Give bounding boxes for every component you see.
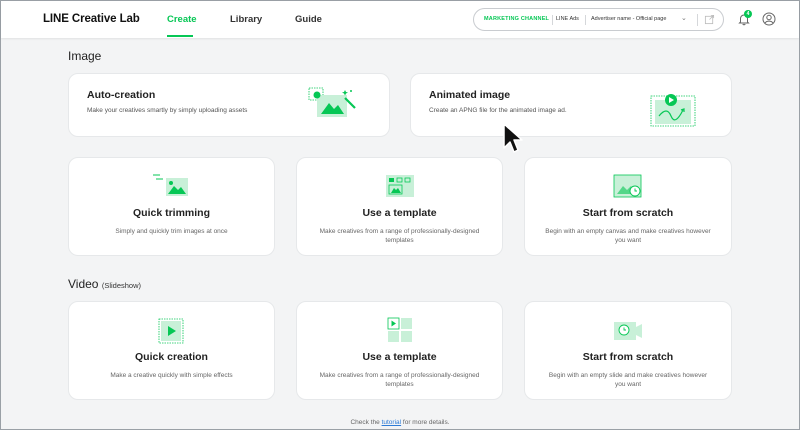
channel-label: MARKETING CHANNEL (484, 16, 550, 22)
footer-note: Check the tutorial for more details. (0, 419, 800, 426)
footer-prefix: Check the (350, 419, 380, 426)
card-animated-image[interactable]: Animated image Create an APNG file for t… (410, 73, 732, 137)
section-title-image: Image (68, 49, 102, 63)
card-description: Make creatives from a range of professio… (319, 228, 480, 245)
auto-creation-icon (308, 87, 356, 117)
channel-type: LINE Ads (556, 16, 579, 22)
notification-badge: 4 (744, 10, 752, 18)
card-title: Start from scratch (582, 351, 674, 363)
card-description: Create an APNG file for the animated ima… (429, 107, 567, 114)
channel-selector[interactable]: MARKETING CHANNEL LINE Ads Advertiser na… (473, 8, 724, 31)
card-description: Make a creative quickly with simple effe… (110, 372, 233, 379)
chevron-down-icon[interactable]: ⌄ (681, 14, 687, 22)
template-icon (385, 175, 414, 197)
nav-guide[interactable]: Guide (295, 14, 322, 25)
card-description: Begin with an empty slide and make creat… (548, 372, 708, 389)
nav-active-indicator (167, 35, 193, 37)
divider (585, 15, 586, 25)
profile-icon[interactable] (762, 12, 776, 26)
video-scratch-icon (614, 322, 642, 340)
section-title-text: Video (68, 277, 99, 291)
card-title: Quick trimming (132, 207, 210, 219)
animated-image-icon (650, 94, 696, 127)
card-quick-creation[interactable]: Quick creation Make a creative quickly w… (68, 301, 275, 400)
card-description: Make your creatives smartly by simply up… (87, 107, 248, 114)
external-link-icon[interactable] (704, 14, 715, 25)
card-title: Use a template (362, 207, 437, 219)
card-title: Auto-creation (87, 89, 156, 101)
divider (552, 15, 553, 25)
tutorial-link[interactable]: tutorial (382, 419, 402, 426)
nav-library[interactable]: Library (230, 14, 262, 25)
card-use-template-video[interactable]: Use a template Make creatives from a ran… (296, 301, 503, 400)
card-description: Simply and quickly trim images at once (115, 228, 228, 235)
video-template-icon (387, 317, 412, 342)
card-quick-trimming[interactable]: Quick trimming Simply and quickly trim i… (68, 157, 275, 256)
card-description: Begin with an empty canvas and make crea… (545, 228, 711, 245)
section-title-video: Video (Slideshow) (68, 277, 141, 291)
top-bar: LINE Creative Lab Create Library Guide M… (1, 1, 799, 38)
app-logo[interactable]: LINE Creative Lab (43, 13, 140, 25)
card-title: Animated image (429, 89, 511, 101)
card-description: Make creatives from a range of professio… (319, 372, 480, 389)
section-subtitle: (Slideshow) (101, 281, 142, 290)
footer-suffix: for more details. (402, 419, 450, 426)
card-title: Use a template (362, 351, 437, 363)
card-use-template-image[interactable]: Use a template Make creatives from a ran… (296, 157, 503, 256)
card-title: Start from scratch (582, 207, 674, 219)
card-start-from-scratch-video[interactable]: Start from scratch Begin with an empty s… (524, 301, 732, 400)
quick-creation-icon (158, 318, 183, 344)
card-title: Quick creation (135, 351, 208, 363)
divider (697, 14, 698, 26)
card-start-from-scratch-image[interactable]: Start from scratch Begin with an empty c… (524, 157, 732, 256)
trimming-icon (152, 174, 188, 196)
card-auto-creation[interactable]: Auto-creation Make your creatives smartl… (68, 73, 390, 137)
nav-create[interactable]: Create (167, 14, 197, 25)
mouse-cursor-icon (503, 123, 523, 153)
scratch-icon (613, 174, 642, 198)
advertiser-name: Advertiser name - Official page (591, 16, 667, 22)
